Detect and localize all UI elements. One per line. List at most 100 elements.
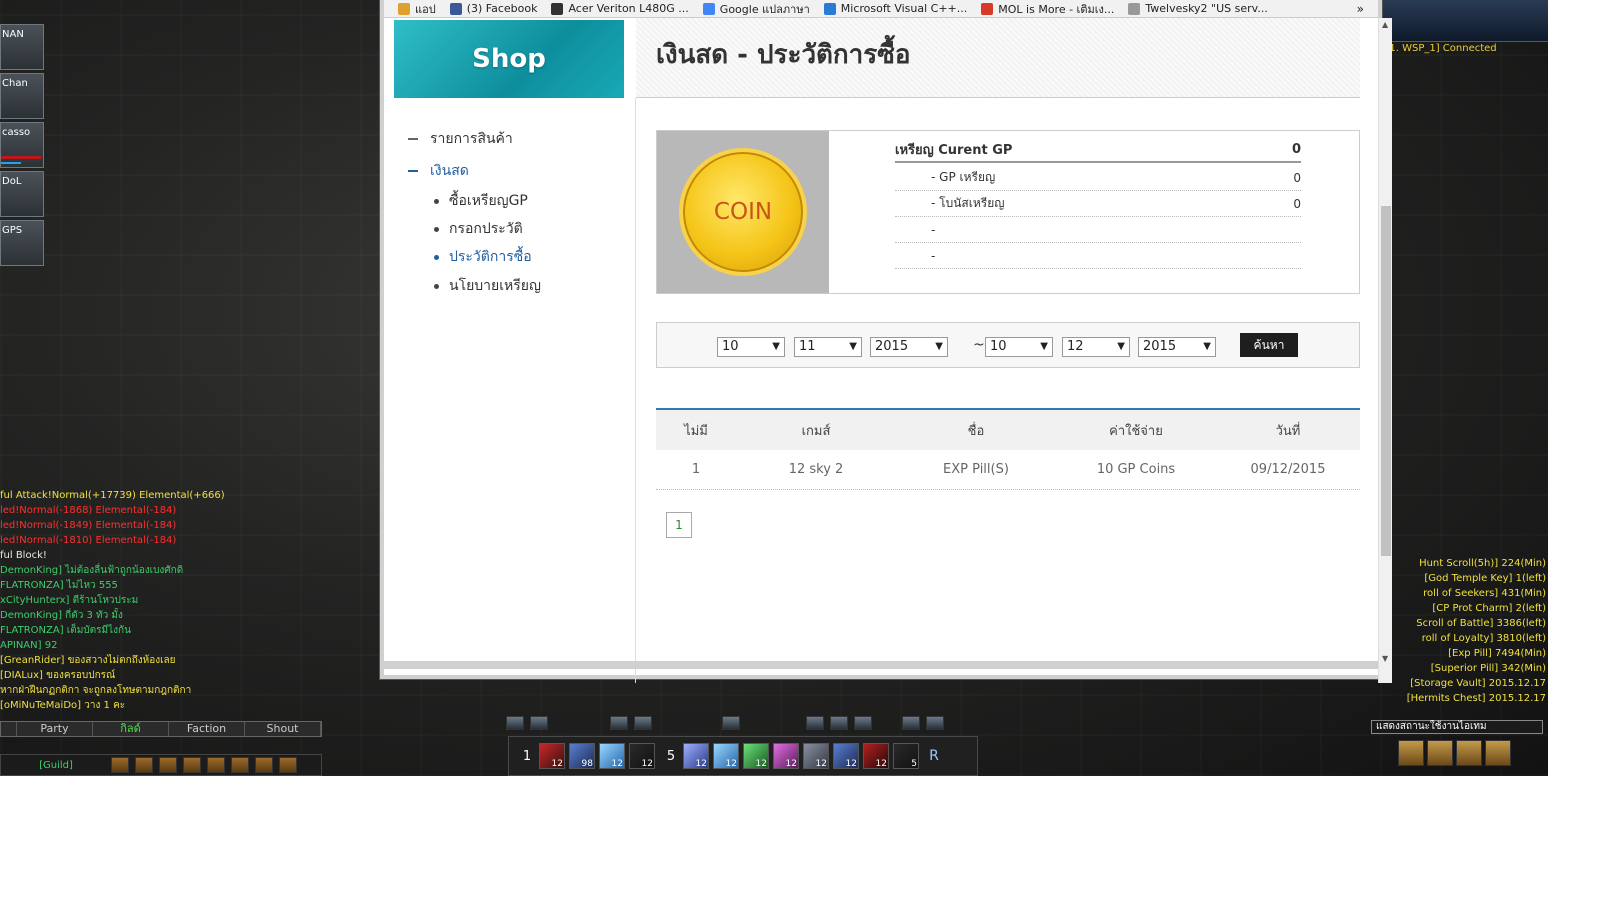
shop-browser-window: แอป (3) Facebook Acer Veriton L480G ... Goo… xyxy=(380,0,1392,683)
chat-tabs: Party กิลด์ Faction Shout xyxy=(0,721,322,737)
quick-action-icon[interactable] xyxy=(854,716,872,730)
party-member[interactable]: casso xyxy=(0,122,44,168)
party-member[interactable]: Chan xyxy=(0,73,44,119)
hp-bar xyxy=(1,156,41,159)
bookmark-label: Google แปลภาษา xyxy=(719,2,810,16)
nav-item-products[interactable]: รายการสินค้า xyxy=(408,128,513,150)
chat-tab-guild[interactable]: กิลด์ xyxy=(93,722,169,736)
skill-slot[interactable]: 12 xyxy=(863,743,889,769)
skill-slot[interactable]: 98 xyxy=(569,743,595,769)
bookmark-item[interactable]: Twelvesky2 "US serv... xyxy=(1128,2,1268,15)
chevron-down-icon: ▼ xyxy=(1117,341,1125,352)
chat-tab-whisper[interactable] xyxy=(1,722,17,736)
mail-icon[interactable] xyxy=(255,757,273,773)
bookmark-item[interactable]: Microsoft Visual C++... xyxy=(823,2,967,15)
item-status-button[interactable]: แสดงสถานะใช้งานไอเทม xyxy=(1371,720,1543,734)
skill-count: 12 xyxy=(695,759,707,769)
skill-slot[interactable]: 12 xyxy=(599,743,625,769)
quick-action-icon[interactable] xyxy=(830,716,848,730)
dash-icon xyxy=(408,138,418,140)
skill-count: 12 xyxy=(641,759,653,769)
help-icon[interactable] xyxy=(183,757,201,773)
chat-tab-faction[interactable]: Faction xyxy=(169,722,245,736)
scroll-icon[interactable] xyxy=(1427,740,1453,766)
skill-slot[interactable]: 12 xyxy=(683,743,709,769)
search-button[interactable]: ค้นหา xyxy=(1240,333,1298,357)
skill-slot[interactable]: 12 xyxy=(629,743,655,769)
skill-count: 12 xyxy=(725,759,737,769)
bullet-icon xyxy=(434,283,439,289)
quick-action-icon[interactable] xyxy=(530,716,548,730)
from-year-select[interactable]: 2015 ▼ xyxy=(870,337,948,357)
skillbar-r-key[interactable]: R xyxy=(923,748,945,764)
page-title: เงินสด - ประวัติการซื้อ xyxy=(656,40,911,70)
to-month-select[interactable]: 12 ▼ xyxy=(1062,337,1130,357)
table-cell: 10 GP Coins xyxy=(1096,462,1176,477)
bookmark-item[interactable]: MOL is More - เติมเง... xyxy=(981,0,1114,17)
skill-slot[interactable]: 12 xyxy=(743,743,769,769)
bookmarks-bar: แอป (3) Facebook Acer Veriton L480G ... Goo… xyxy=(384,0,1378,18)
bookmark-item[interactable]: (3) Facebook xyxy=(449,2,537,15)
chat-tab-party[interactable]: Party xyxy=(17,722,93,736)
nav-sub-coin-policy[interactable]: นโยบายเหรียญ xyxy=(434,275,541,297)
inventory-icon[interactable] xyxy=(135,757,153,773)
chat-line: [oMiNuTeMaiDo] วาง 1 คะ xyxy=(0,700,126,711)
bookmark-item[interactable]: Google แปลภาษา xyxy=(702,0,810,17)
nav-sub-label: ซื้อเหรียญGP xyxy=(449,193,528,209)
quick-action-icon[interactable] xyxy=(610,716,628,730)
quick-action-icon[interactable] xyxy=(926,716,944,730)
quest-icon[interactable] xyxy=(231,757,249,773)
from-month-select[interactable]: 11 ▼ xyxy=(794,337,862,357)
quick-action-icon[interactable] xyxy=(902,716,920,730)
character-icon[interactable] xyxy=(159,757,177,773)
help-icon[interactable] xyxy=(1398,740,1424,766)
bag-icon[interactable] xyxy=(1456,740,1482,766)
shop-logo[interactable]: Shop xyxy=(394,20,624,98)
from-day-select[interactable]: 10 ▼ xyxy=(717,337,785,357)
skill-slot[interactable]: 12 xyxy=(833,743,859,769)
quick-action-icon[interactable] xyxy=(806,716,824,730)
scroll-up-icon[interactable]: ▲ xyxy=(1382,20,1388,29)
emote-icon[interactable] xyxy=(111,757,129,773)
gp-row-empty-2: - xyxy=(895,243,1301,269)
skill-slot[interactable]: 12 xyxy=(713,743,739,769)
bullet-icon xyxy=(434,226,439,232)
party-member[interactable]: GPS xyxy=(0,220,44,266)
quick-action-icon[interactable] xyxy=(722,716,740,730)
bookmarks-more-button[interactable]: » xyxy=(1357,2,1364,16)
pagination-page-1[interactable]: 1 xyxy=(666,512,692,538)
skill-icon[interactable] xyxy=(207,757,225,773)
quick-action-icon[interactable] xyxy=(634,716,652,730)
skillbar-page[interactable]: 1 xyxy=(515,749,539,764)
skill-slot[interactable]: 12 xyxy=(803,743,829,769)
scroll-down-icon[interactable]: ▼ xyxy=(1382,654,1388,663)
party-member[interactable]: DoL xyxy=(0,171,44,217)
bookmark-item[interactable]: Acer Veriton L480G ... xyxy=(551,2,689,15)
settings-icon[interactable] xyxy=(279,757,297,773)
bookmark-label: Twelvesky2 "US serv... xyxy=(1145,2,1268,15)
nav-item-cash[interactable]: เงินสด xyxy=(408,160,469,182)
quick-action-icon[interactable] xyxy=(506,716,524,730)
buff-line: Hunt Scroll(5h)] 224(Min) xyxy=(1419,558,1546,569)
skill-slot[interactable]: 5 xyxy=(893,743,919,769)
chat-input-bar[interactable]: [Guild] xyxy=(0,754,322,776)
party-member[interactable]: NAN xyxy=(0,24,44,70)
chat-tab-shout[interactable]: Shout xyxy=(245,722,321,736)
minimap[interactable] xyxy=(1380,0,1548,42)
bookmark-item[interactable]: แอป xyxy=(398,0,436,17)
buff-line: [Superior Pill] 342(Min) xyxy=(1430,663,1546,674)
chest-icon[interactable] xyxy=(1485,740,1511,766)
nav-sub-fill-history[interactable]: กรอกประวัติ xyxy=(434,218,523,240)
gp-row-label: เหรียญ Curent GP xyxy=(895,142,1013,158)
skill-bar: 1 12 98 12 12 5 12 12 12 12 12 12 12 5 R xyxy=(508,736,978,776)
to-year-select[interactable]: 2015 ▼ xyxy=(1138,337,1216,357)
skill-slot[interactable]: 12 xyxy=(773,743,799,769)
gp-row-value: 0 xyxy=(1293,170,1301,185)
scrollbar-thumb[interactable] xyxy=(1381,206,1391,556)
nav-sub-purchase-history[interactable]: ประวัติการซื้อ xyxy=(434,246,532,268)
to-day-select[interactable]: 10 ▼ xyxy=(985,337,1053,357)
scrollbar[interactable]: ▲ ▼ xyxy=(1378,18,1392,683)
skill-slot[interactable]: 12 xyxy=(539,743,565,769)
nav-sub-buy-gp[interactable]: ซื้อเหรียญGP xyxy=(434,190,528,212)
skill-count: 12 xyxy=(551,759,563,769)
